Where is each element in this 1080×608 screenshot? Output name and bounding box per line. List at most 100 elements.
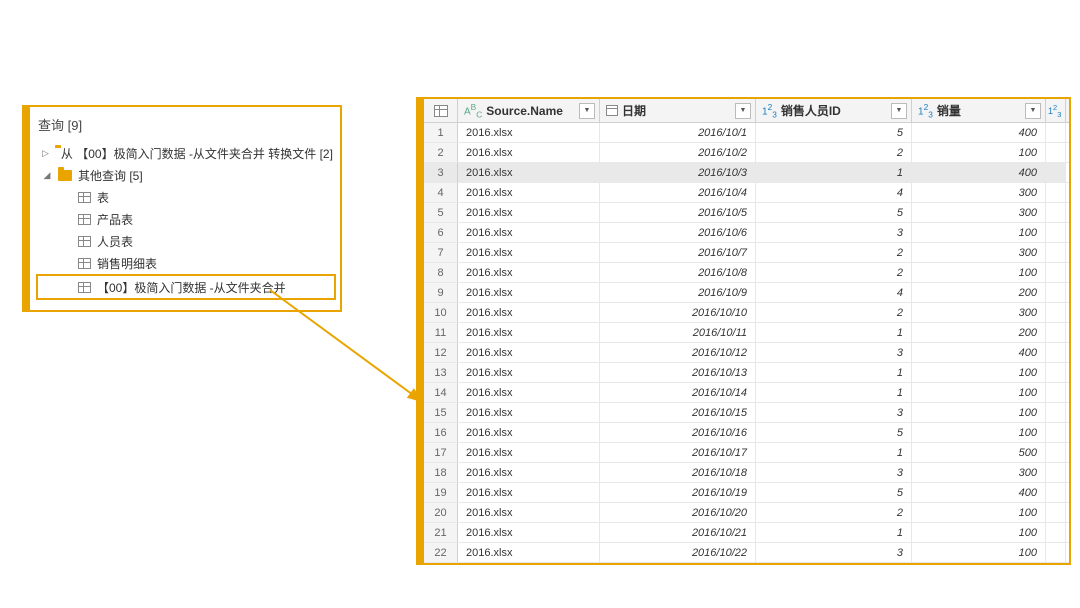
cell-quantity[interactable]: 100 [912, 143, 1046, 162]
cell-date[interactable]: 2016/10/2 [600, 143, 756, 162]
cell-date[interactable]: 2016/10/3 [600, 163, 756, 182]
cell-salesperson-id[interactable]: 2 [756, 143, 912, 162]
cell-source-name[interactable]: 2016.xlsx [458, 243, 600, 262]
cell-date[interactable]: 2016/10/19 [600, 483, 756, 502]
cell-date[interactable]: 2016/10/4 [600, 183, 756, 202]
table-row[interactable]: 72016.xlsx2016/10/72300 [424, 243, 1069, 263]
cell-extra[interactable] [1046, 363, 1066, 382]
cell-extra[interactable] [1046, 143, 1066, 162]
row-number[interactable]: 5 [424, 203, 458, 222]
cell-extra[interactable] [1046, 283, 1066, 302]
cell-salesperson-id[interactable]: 3 [756, 403, 912, 422]
table-row[interactable]: 42016.xlsx2016/10/44300 [424, 183, 1069, 203]
cell-source-name[interactable]: 2016.xlsx [458, 483, 600, 502]
cell-date[interactable]: 2016/10/9 [600, 283, 756, 302]
filter-dropdown-icon[interactable]: ▼ [579, 103, 595, 119]
table-row[interactable]: 212016.xlsx2016/10/211100 [424, 523, 1069, 543]
cell-salesperson-id[interactable]: 2 [756, 503, 912, 522]
row-number[interactable]: 17 [424, 443, 458, 462]
cell-salesperson-id[interactable]: 5 [756, 483, 912, 502]
row-number[interactable]: 22 [424, 543, 458, 562]
row-number[interactable]: 1 [424, 123, 458, 142]
table-row[interactable]: 32016.xlsx2016/10/31400 [424, 163, 1069, 183]
cell-extra[interactable] [1046, 123, 1066, 142]
cell-salesperson-id[interactable]: 1 [756, 163, 912, 182]
tree-folder[interactable]: ▷从 【00】极简入门数据 -从文件夹合并 转换文件 [2] [38, 142, 334, 164]
cell-date[interactable]: 2016/10/6 [600, 223, 756, 242]
cell-source-name[interactable]: 2016.xlsx [458, 363, 600, 382]
row-number[interactable]: 2 [424, 143, 458, 162]
row-number[interactable]: 14 [424, 383, 458, 402]
cell-date[interactable]: 2016/10/17 [600, 443, 756, 462]
cell-source-name[interactable]: 2016.xlsx [458, 123, 600, 142]
cell-extra[interactable] [1046, 323, 1066, 342]
row-number[interactable]: 12 [424, 343, 458, 362]
row-number[interactable]: 11 [424, 323, 458, 342]
cell-quantity[interactable]: 300 [912, 243, 1046, 262]
column-header-extra[interactable]: 123 [1046, 99, 1066, 122]
table-row[interactable]: 82016.xlsx2016/10/82100 [424, 263, 1069, 283]
cell-extra[interactable] [1046, 343, 1066, 362]
cell-salesperson-id[interactable]: 5 [756, 203, 912, 222]
cell-source-name[interactable]: 2016.xlsx [458, 503, 600, 522]
table-row[interactable]: 122016.xlsx2016/10/123400 [424, 343, 1069, 363]
row-number[interactable]: 3 [424, 163, 458, 182]
row-number[interactable]: 7 [424, 243, 458, 262]
cell-salesperson-id[interactable]: 3 [756, 543, 912, 562]
column-header-quantity[interactable]: 123 销量 ▼ [912, 99, 1046, 122]
cell-date[interactable]: 2016/10/11 [600, 323, 756, 342]
cell-date[interactable]: 2016/10/12 [600, 343, 756, 362]
tree-query-item[interactable]: 人员表 [38, 230, 334, 252]
cell-date[interactable]: 2016/10/10 [600, 303, 756, 322]
cell-date[interactable]: 2016/10/13 [600, 363, 756, 382]
row-number[interactable]: 8 [424, 263, 458, 282]
table-row[interactable]: 92016.xlsx2016/10/94200 [424, 283, 1069, 303]
cell-source-name[interactable]: 2016.xlsx [458, 163, 600, 182]
cell-extra[interactable] [1046, 383, 1066, 402]
tree-query-item[interactable]: 表 [38, 186, 334, 208]
cell-salesperson-id[interactable]: 4 [756, 283, 912, 302]
column-header-salesperson-id[interactable]: 123 销售人员ID ▼ [756, 99, 912, 122]
cell-quantity[interactable]: 100 [912, 363, 1046, 382]
cell-quantity[interactable]: 300 [912, 303, 1046, 322]
cell-salesperson-id[interactable]: 1 [756, 383, 912, 402]
cell-source-name[interactable]: 2016.xlsx [458, 463, 600, 482]
cell-source-name[interactable]: 2016.xlsx [458, 323, 600, 342]
cell-quantity[interactable]: 100 [912, 543, 1046, 562]
cell-extra[interactable] [1046, 263, 1066, 282]
row-number[interactable]: 15 [424, 403, 458, 422]
row-number[interactable]: 18 [424, 463, 458, 482]
table-row[interactable]: 102016.xlsx2016/10/102300 [424, 303, 1069, 323]
cell-quantity[interactable]: 100 [912, 383, 1046, 402]
cell-date[interactable]: 2016/10/7 [600, 243, 756, 262]
tree-folder[interactable]: ◢其他查询 [5] [38, 164, 334, 186]
cell-extra[interactable] [1046, 463, 1066, 482]
row-number[interactable]: 13 [424, 363, 458, 382]
cell-salesperson-id[interactable]: 3 [756, 223, 912, 242]
expand-icon[interactable]: ▷ [42, 148, 49, 158]
cell-source-name[interactable]: 2016.xlsx [458, 523, 600, 542]
row-number[interactable]: 21 [424, 523, 458, 542]
cell-quantity[interactable]: 100 [912, 423, 1046, 442]
table-row[interactable]: 172016.xlsx2016/10/171500 [424, 443, 1069, 463]
row-number[interactable]: 19 [424, 483, 458, 502]
cell-date[interactable]: 2016/10/15 [600, 403, 756, 422]
cell-source-name[interactable]: 2016.xlsx [458, 223, 600, 242]
cell-extra[interactable] [1046, 543, 1066, 562]
cell-extra[interactable] [1046, 523, 1066, 542]
filter-dropdown-icon[interactable]: ▼ [735, 103, 751, 119]
cell-source-name[interactable]: 2016.xlsx [458, 303, 600, 322]
cell-quantity[interactable]: 400 [912, 123, 1046, 142]
table-row[interactable]: 202016.xlsx2016/10/202100 [424, 503, 1069, 523]
cell-extra[interactable] [1046, 423, 1066, 442]
cell-quantity[interactable]: 100 [912, 523, 1046, 542]
cell-source-name[interactable]: 2016.xlsx [458, 543, 600, 562]
filter-dropdown-icon[interactable]: ▼ [1025, 103, 1041, 119]
cell-date[interactable]: 2016/10/22 [600, 543, 756, 562]
cell-salesperson-id[interactable]: 1 [756, 523, 912, 542]
rownum-header[interactable] [424, 99, 458, 122]
cell-source-name[interactable]: 2016.xlsx [458, 143, 600, 162]
collapse-icon[interactable]: ◢ [42, 170, 52, 180]
cell-date[interactable]: 2016/10/14 [600, 383, 756, 402]
cell-date[interactable]: 2016/10/20 [600, 503, 756, 522]
